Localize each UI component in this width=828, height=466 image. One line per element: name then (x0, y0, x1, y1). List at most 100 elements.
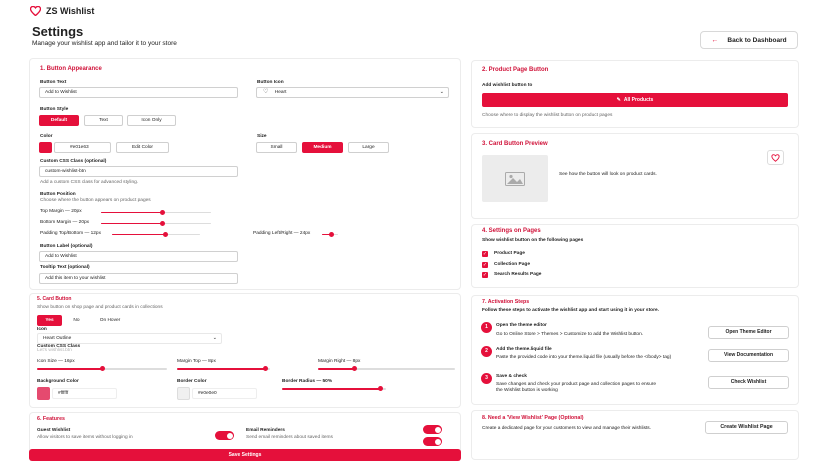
view-documentation-button[interactable]: View Documentation (708, 349, 789, 362)
product-page-checkbox[interactable]: ✓ (482, 251, 488, 257)
check-wishlist-button[interactable]: Check Wishlist (708, 376, 789, 389)
button-position-help: Choose where the button appears on produ… (40, 198, 151, 203)
email-toggle-2[interactable] (423, 437, 442, 446)
card-no-button[interactable]: No (64, 315, 89, 326)
pages-help: Show wishlist button on the following pa… (482, 238, 584, 243)
button-style-label: Button Style (40, 107, 69, 112)
tooltip-input[interactable]: Add this item to your wishlist (39, 273, 238, 284)
bg-color-swatch[interactable] (37, 387, 50, 400)
padding-lr-slider[interactable] (322, 231, 338, 237)
page-title: Settings (32, 24, 84, 39)
margin-right-slider[interactable] (318, 366, 455, 372)
padding-tb-slider[interactable] (112, 231, 200, 237)
image-icon (505, 171, 525, 186)
card-button-title: 5. Card Button (37, 296, 72, 302)
card-yes-button[interactable]: Yes (37, 315, 62, 326)
color-swatch[interactable] (39, 142, 52, 153)
border-radius-label: Border Radius — 50% (282, 379, 333, 384)
collection-page-checkbox[interactable]: ✓ (482, 262, 488, 268)
preview-text: See how the button will look on product … (559, 172, 657, 177)
border-radius-slider[interactable] (282, 386, 386, 392)
custom-css-help: Add a custom CSS class for advanced styl… (40, 180, 139, 185)
open-theme-editor-button[interactable]: Open Theme Editor (708, 326, 789, 339)
top-margin-slider[interactable] (101, 209, 211, 215)
create-wishlist-page-button[interactable]: Create Wishlist Page (705, 421, 788, 434)
bg-color-label: Background Color (37, 379, 79, 384)
size-small-button[interactable]: Small (256, 142, 297, 153)
color-hex-input[interactable]: #e01e63 (54, 142, 111, 153)
margin-right-label: Margin Right — 8px (318, 359, 361, 364)
card-button-help: Show button on shop page and product car… (37, 305, 163, 310)
step-3-desc-2: the Wishlist button is working (496, 388, 558, 393)
edit-color-button[interactable]: Edit Color (116, 142, 169, 153)
preview-title: 3. Card Button Preview (482, 141, 548, 147)
step-2-desc: Paste the provided code into your theme.… (496, 355, 672, 360)
icon-size-label: Icon Size — 16px (37, 359, 75, 364)
back-to-dashboard-button[interactable]: ← Back to Dashboard (700, 31, 798, 49)
pages-title: 4. Settings on Pages (482, 228, 541, 234)
app-name: ZS Wishlist (46, 6, 95, 16)
custom-css-label: Custom CSS Class (optional) (40, 159, 107, 164)
card-css-value: Let's wishlist.btn (37, 348, 72, 353)
step-3-number: 3 (481, 373, 492, 384)
padding-tb-label: Padding Top/Bottom — 12px (40, 231, 101, 236)
margin-top-slider[interactable] (177, 366, 270, 372)
app-logo: ZS Wishlist (30, 4, 94, 18)
save-settings-button[interactable]: Save Settings (29, 449, 461, 461)
tooltip-label: Tooltip Text (optional) (40, 265, 90, 270)
step-2-title: Add the theme.liquid file (496, 347, 552, 352)
search-results-option: Search Results Page (494, 272, 542, 277)
bottom-margin-slider[interactable] (101, 220, 211, 226)
button-label-input[interactable]: Add to Wishlist (39, 251, 238, 262)
email-toggle-1[interactable] (423, 425, 442, 434)
product-page-option: Product Page (494, 251, 525, 256)
email-reminders-desc: Send email reminders about saved items (246, 435, 333, 440)
icon-size-slider[interactable] (37, 366, 167, 372)
features-title: 6. Features (37, 416, 65, 422)
collection-page-option: Collection Page (494, 262, 530, 267)
wishlist-page-help: Create a dedicated page for your custome… (482, 426, 652, 431)
step-1-title: Open the theme editor (496, 323, 547, 328)
activation-help: Follow these steps to activate the wishl… (482, 308, 659, 313)
guest-wishlist-toggle[interactable] (215, 431, 234, 440)
color-label: Color (40, 134, 53, 139)
step-1-number: 1 (481, 322, 492, 333)
heart-icon (771, 153, 780, 162)
button-text-input[interactable]: Add to Wishlist (39, 87, 238, 98)
chevron-down-icon: ⌄ (439, 89, 444, 95)
button-label-optional-label: Button Label (optional) (40, 244, 93, 249)
custom-css-input[interactable]: custom-wishlist-btn (39, 166, 238, 177)
button-icon-select[interactable]: ♡ Heart ⌄ (256, 87, 449, 98)
step-2-number: 2 (481, 346, 492, 357)
bottom-margin-label: Bottom Margin — 20px (40, 220, 90, 225)
add-wishlist-label: Add wishlist button to (482, 83, 533, 88)
size-medium-button[interactable]: Medium (302, 142, 343, 153)
card-on-hover-button[interactable]: On Hover (92, 315, 128, 326)
search-results-checkbox[interactable]: ✓ (482, 272, 488, 278)
heart-icon: ♡ (263, 89, 269, 95)
tag-icon: ✎ (616, 97, 621, 103)
all-products-button[interactable]: ✎ All Products (482, 93, 788, 107)
border-color-label: Border Color (177, 379, 207, 384)
border-color-swatch[interactable] (177, 387, 190, 400)
image-placeholder (482, 155, 548, 202)
margin-top-label: Margin Top — 8px (177, 359, 216, 364)
card-icon-select[interactable]: Heart Outline ⌄ (37, 333, 222, 344)
activation-title: 7. Activation Steps (482, 299, 530, 305)
button-text-label: Button Text (40, 80, 67, 85)
heart-logo-icon (30, 6, 41, 16)
product-page-title: 2. Product Page Button (482, 67, 549, 73)
size-large-button[interactable]: Large (348, 142, 389, 153)
wishlist-heart-button[interactable] (767, 150, 784, 165)
style-default-button[interactable]: Default (39, 115, 79, 126)
bg-color-input[interactable]: #ffffff (52, 388, 117, 399)
border-color-input[interactable]: #e0e0e0 (192, 388, 257, 399)
guest-wishlist-title: Guest Wishlist (37, 428, 71, 433)
style-text-button[interactable]: Text (84, 115, 123, 126)
style-icon-only-button[interactable]: Icon Only (127, 115, 176, 126)
page-subtitle: Manage your wishlist app and tailor it t… (32, 40, 177, 47)
product-page-help: Choose where to display the wishlist but… (482, 113, 613, 118)
top-margin-label: Top Margin — 20px (40, 209, 82, 214)
size-label: Size (257, 134, 267, 139)
button-appearance-title: 1. Button Appearance (40, 66, 102, 72)
